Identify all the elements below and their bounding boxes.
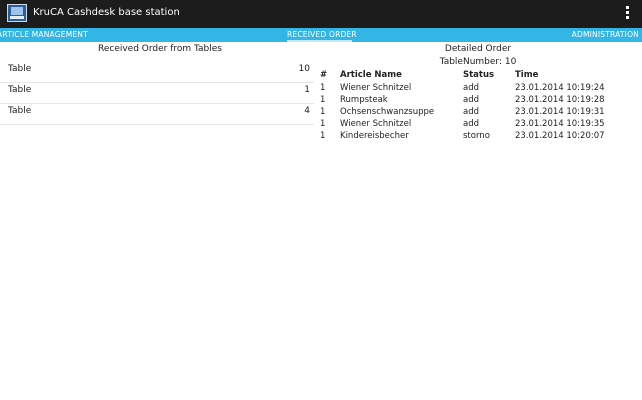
overflow-menu-icon[interactable] — [626, 6, 630, 22]
order-status: storno — [463, 131, 490, 141]
order-quantity: 1 — [320, 119, 326, 129]
order-row: 1 Kindereisbecher storno 23.01.2014 10:2… — [0, 131, 642, 143]
order-row: 1 Rumpsteak add 23.01.2014 10:19:28 — [0, 95, 642, 107]
order-status: add — [463, 107, 479, 117]
detailed-order-title: Detailed Order — [444, 44, 512, 54]
order-article: Rumpsteak — [340, 95, 388, 105]
order-quantity: 1 — [320, 95, 326, 105]
order-row: 1 Wiener Schnitzel add 23.01.2014 10:19:… — [0, 83, 642, 95]
order-row: 1 Wiener Schnitzel add 23.01.2014 10:19:… — [0, 119, 642, 131]
order-time: 23.01.2014 10:19:35 — [515, 119, 605, 129]
order-time: 23.01.2014 10:19:31 — [515, 107, 605, 117]
order-quantity: 1 — [320, 107, 326, 117]
order-quantity: 1 — [320, 131, 326, 141]
tab-bar: ARTICLE MANAGEMENT RECEIVED ORDER ADMINI… — [0, 28, 642, 42]
received-orders-title: Received Order from Tables — [97, 44, 222, 54]
tab-article-management[interactable]: ARTICLE MANAGEMENT — [0, 30, 88, 39]
table-label: Table — [8, 64, 32, 74]
table-list-item[interactable]: Table 10 — [0, 62, 314, 83]
cashdesk-icon[interactable] — [7, 4, 27, 22]
order-time: 23.01.2014 10:19:24 — [515, 83, 605, 93]
order-article: Kindereisbecher — [340, 131, 409, 141]
order-status: add — [463, 83, 479, 93]
tab-received-order[interactable]: RECEIVED ORDER — [287, 30, 357, 39]
order-time: 23.01.2014 10:19:28 — [515, 95, 605, 105]
order-status: add — [463, 119, 479, 129]
tab-indicator — [287, 40, 352, 42]
table-number-label: TableNumber: 10 — [439, 57, 517, 67]
tab-administration[interactable]: ADMINISTRATION — [572, 30, 639, 39]
column-header-status: Status — [463, 70, 495, 80]
column-header-article: Article Name — [340, 70, 402, 80]
action-bar: KruCA Cashdesk base station — [0, 0, 642, 28]
order-article: Ochsenschwanzsuppe — [340, 107, 435, 117]
table-number: 10 — [298, 64, 310, 74]
order-row: 1 Ochsenschwanzsuppe add 23.01.2014 10:1… — [0, 107, 642, 119]
app-title: KruCA Cashdesk base station — [33, 7, 180, 18]
order-article: Wiener Schnitzel — [340, 119, 412, 129]
column-header-num: # — [320, 70, 328, 80]
column-header-time: Time — [515, 70, 539, 80]
order-status: add — [463, 95, 479, 105]
order-article: Wiener Schnitzel — [340, 83, 412, 93]
order-quantity: 1 — [320, 83, 326, 93]
order-time: 23.01.2014 10:20:07 — [515, 131, 605, 141]
